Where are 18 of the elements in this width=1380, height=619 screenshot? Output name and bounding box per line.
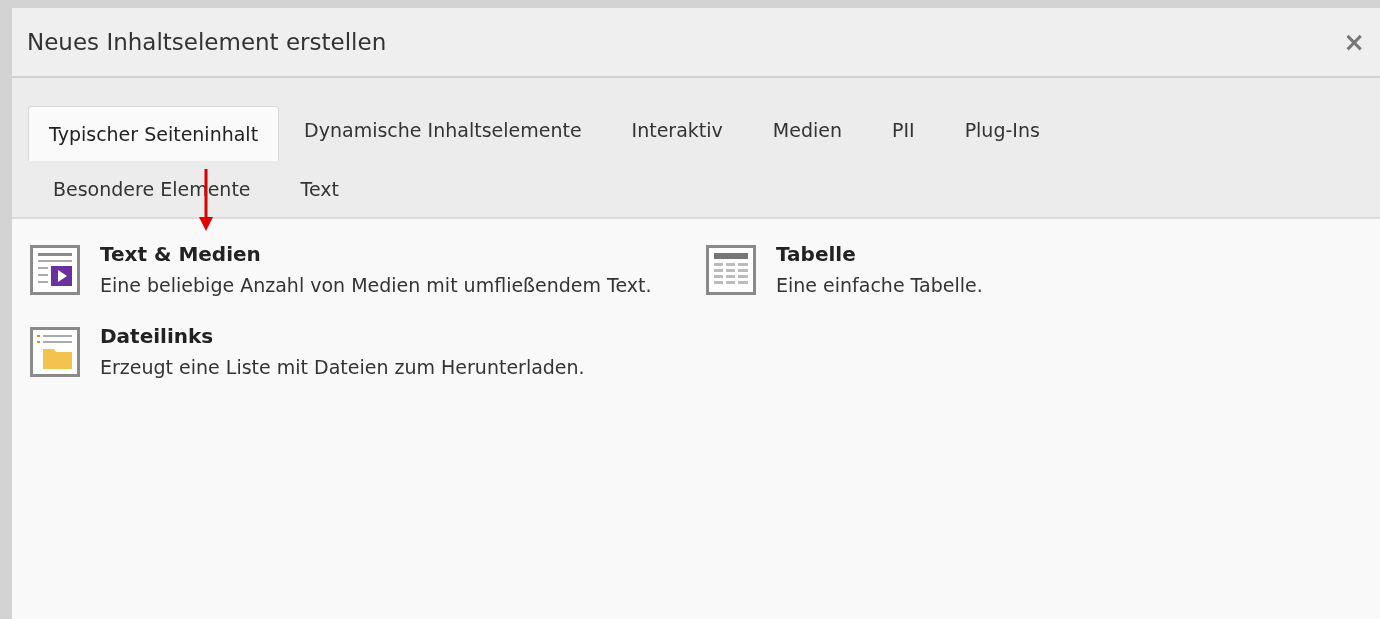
element-title[interactable]: Text & Medien bbox=[100, 239, 652, 269]
element-title[interactable]: Dateilinks bbox=[100, 321, 585, 351]
element-description: Erzeugt eine Liste mit Dateien zum Herunterladen. bbox=[100, 355, 585, 380]
close-button[interactable]: × bbox=[1343, 29, 1365, 55]
element-description: Eine beliebige Anzahl von Medien mit umfließendem Text. bbox=[100, 273, 652, 298]
tab[interactable]: PII bbox=[866, 106, 940, 154]
table-icon bbox=[706, 245, 756, 295]
dialog-title: Neues Inhaltselement erstellen bbox=[27, 27, 387, 57]
text-media-icon bbox=[30, 245, 80, 295]
tab[interactable]: Typischer Seiteninhalt bbox=[28, 106, 280, 161]
element-title[interactable]: Tabelle bbox=[776, 239, 983, 269]
element-description: Eine einfache Tabelle. bbox=[776, 273, 983, 298]
file-list-icon bbox=[30, 327, 80, 377]
tab[interactable]: Dynamische Inhaltselemente bbox=[279, 106, 607, 154]
tab[interactable]: Medien bbox=[747, 106, 867, 154]
tab[interactable]: Text bbox=[275, 165, 364, 213]
tab[interactable]: Interaktiv bbox=[606, 106, 748, 154]
tab[interactable]: Plug-Ins bbox=[939, 106, 1065, 154]
